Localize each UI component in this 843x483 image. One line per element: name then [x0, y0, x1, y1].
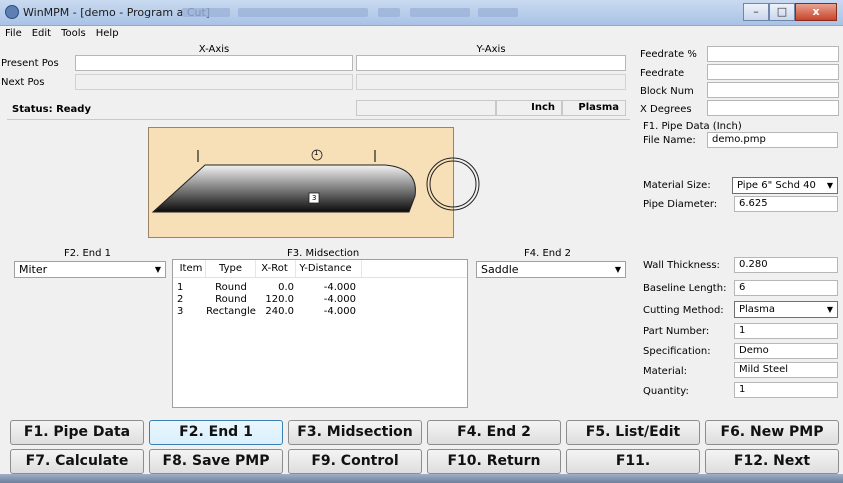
- material-size-label: Material Size:: [643, 180, 711, 191]
- taskbar: [0, 474, 843, 483]
- column-y-distance: Y-Distance: [296, 260, 362, 277]
- material-label: Material:: [643, 366, 687, 377]
- end1-label: F2. End 1: [64, 248, 112, 259]
- pipe-drawing: [151, 149, 416, 213]
- chevron-down-icon: ▼: [154, 265, 161, 274]
- end1-select[interactable]: Miter ▼: [14, 261, 166, 278]
- x-degrees-field: [707, 100, 839, 116]
- next-pos-label: Next Pos: [1, 77, 45, 88]
- quantity-field[interactable]: 1: [734, 382, 838, 398]
- present-pos-label: Present Pos: [1, 58, 59, 69]
- table-header: Item Type X-Rot Y-Distance: [173, 260, 467, 278]
- f6-new-pmp-button[interactable]: F6. New PMP: [705, 420, 839, 445]
- present-y-field: [356, 55, 626, 71]
- next-y-field: [356, 74, 626, 90]
- feedrate-field: [707, 64, 839, 80]
- f10-return-button[interactable]: F10. Return: [427, 449, 561, 474]
- block-num-label: Block Num: [640, 86, 694, 97]
- table-row[interactable]: 2 Round 120.0 -4.000: [173, 294, 467, 306]
- minimize-button[interactable]: –: [743, 3, 769, 21]
- pipe-preview: 1 3: [148, 127, 480, 238]
- f8-save-pmp-button[interactable]: F8. Save PMP: [149, 449, 283, 474]
- end2-label: F4. End 2: [524, 248, 572, 259]
- baseline-length-field[interactable]: 6: [734, 280, 838, 296]
- pipe-diameter-field[interactable]: 6.625: [734, 196, 838, 212]
- pipe-diameter-label: Pipe Diameter:: [643, 199, 718, 210]
- f12-next-button[interactable]: F12. Next: [705, 449, 839, 474]
- material-size-select[interactable]: Pipe 6" Schd 40 ▼: [732, 177, 838, 194]
- cutting-method-select[interactable]: Plasma ▼: [734, 301, 838, 318]
- process-indicator: Plasma: [562, 100, 626, 116]
- table-row[interactable]: 3 Rectangle 240.0 -4.000: [173, 306, 467, 318]
- next-x-field: [75, 74, 353, 90]
- table-row[interactable]: 1 Round 0.0 -4.000: [173, 282, 467, 294]
- block-num-field: [707, 82, 839, 98]
- f11-acknowledge-button[interactable]: F11. Acknowledge: [566, 449, 700, 483]
- f2-end1-button[interactable]: F2. End 1: [149, 420, 283, 445]
- specification-field[interactable]: Demo: [734, 343, 838, 359]
- title-bar: WinMPM - [demo - Program a Cut] – □ x: [0, 0, 843, 26]
- quantity-label: Quantity:: [643, 386, 689, 397]
- menu-tools[interactable]: Tools: [56, 26, 91, 42]
- midsection-table[interactable]: Item Type X-Rot Y-Distance 1 Round 0.0 -…: [172, 259, 468, 408]
- specification-label: Specification:: [643, 346, 711, 357]
- status-segment: [356, 100, 496, 116]
- maximize-button[interactable]: □: [769, 3, 795, 21]
- cut-marker-1: 1: [314, 149, 319, 157]
- blurred-menu-ghost: [238, 8, 368, 17]
- pipe-end-view: [426, 157, 480, 211]
- part-number-label: Part Number:: [643, 326, 710, 337]
- column-x-rot: X-Rot: [256, 260, 296, 277]
- blurred-menu-ghost: [182, 8, 230, 17]
- f1-pipe-data-button[interactable]: F1. Pipe Data: [10, 420, 144, 445]
- file-name-label: File Name:: [643, 135, 696, 146]
- blurred-menu-ghost: [378, 8, 400, 17]
- end2-select[interactable]: Saddle ▼: [476, 261, 626, 278]
- cutting-method-label: Cutting Method:: [643, 305, 724, 316]
- f7-calculate-button[interactable]: F7. Calculate: [10, 449, 144, 474]
- f3-midsection-button[interactable]: F3. Midsection: [288, 420, 422, 445]
- f5-list-edit-button[interactable]: F5. List/Edit: [566, 420, 700, 445]
- feedrate-label: Feedrate: [640, 68, 685, 79]
- menu-help[interactable]: Help: [91, 26, 124, 42]
- feedrate-pct-field: [707, 46, 839, 62]
- cut-marker-3: 3: [312, 194, 317, 202]
- close-button[interactable]: x: [795, 3, 837, 21]
- chevron-down-icon: ▼: [826, 305, 833, 314]
- x-axis-heading: X-Axis: [198, 44, 230, 55]
- pipe-data-title: F1. Pipe Data (Inch): [643, 121, 742, 132]
- blurred-menu-ghost: [478, 8, 518, 17]
- x-degrees-label: X Degrees: [640, 104, 692, 115]
- part-number-field[interactable]: 1: [734, 323, 838, 339]
- wall-thickness-field[interactable]: 0.280: [734, 257, 838, 273]
- file-name-field[interactable]: demo.pmp: [707, 132, 838, 148]
- menu-edit[interactable]: Edit: [27, 26, 56, 42]
- y-axis-heading: Y-Axis: [476, 44, 506, 55]
- material-field[interactable]: Mild Steel: [734, 362, 838, 378]
- menu-file[interactable]: File: [0, 26, 27, 42]
- status-text: Status: Ready: [12, 104, 91, 115]
- f4-end2-button[interactable]: F4. End 2: [427, 420, 561, 445]
- chevron-down-icon: ▼: [614, 265, 621, 274]
- menu-bar: File Edit Tools Help: [0, 26, 843, 42]
- present-x-field: [75, 55, 353, 71]
- blurred-menu-ghost: [410, 8, 470, 17]
- column-type: Type: [206, 260, 256, 277]
- feedrate-pct-label: Feedrate %: [640, 49, 697, 60]
- baseline-length-label: Baseline Length:: [643, 283, 727, 294]
- unit-indicator: Inch: [496, 100, 562, 116]
- chevron-down-icon: ▼: [826, 181, 833, 190]
- midsection-label: F3. Midsection: [287, 248, 360, 259]
- app-icon: [5, 5, 19, 19]
- wall-thickness-label: Wall Thickness:: [643, 260, 720, 271]
- column-item: Item: [173, 260, 206, 277]
- f9-control-panel-button[interactable]: F9. Control Panel: [288, 449, 422, 483]
